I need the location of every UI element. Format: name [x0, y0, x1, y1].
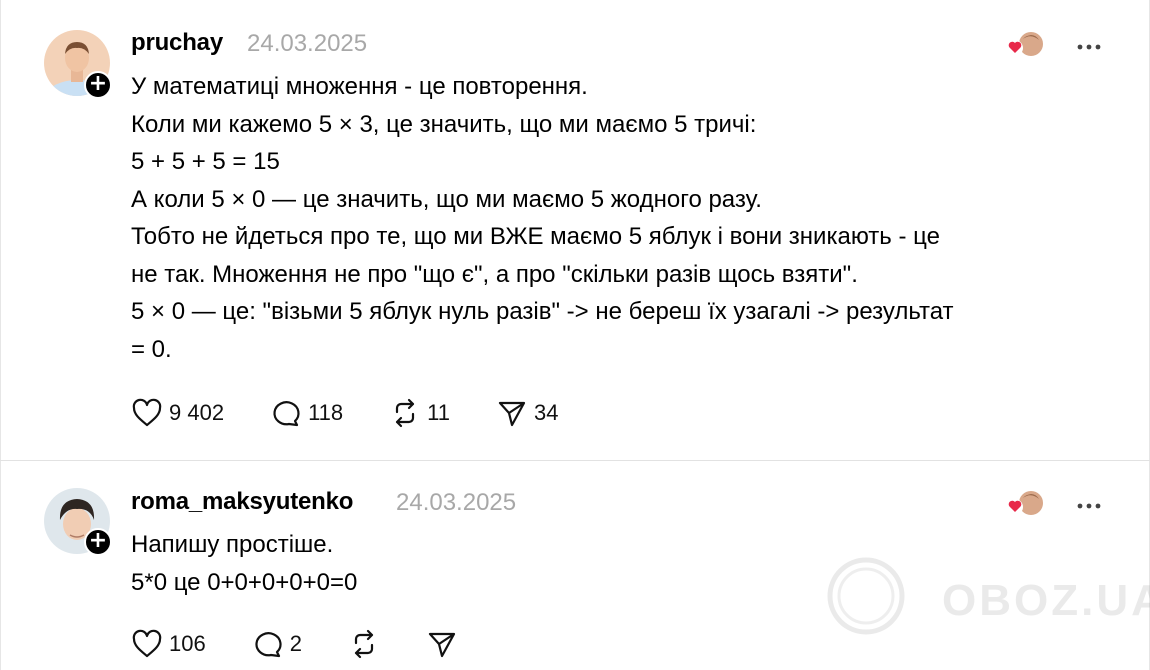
heart-icon — [132, 629, 162, 658]
share-icon — [428, 632, 456, 658]
comment-icon — [273, 401, 300, 427]
post-text: У математиці множення - це повторення. К… — [131, 73, 954, 363]
post-actions: 9 402 118 11 34 — [131, 396, 604, 430]
follow-plus-icon[interactable]: + — [84, 528, 112, 556]
watermark-text: OBOZ.UA — [942, 576, 1150, 625]
repost-count: 11 — [427, 400, 450, 425]
post-actions: 106 2 — [131, 627, 504, 661]
post: + pruchay 24.03.2025 У математиці множен… — [0, 0, 1150, 461]
post-date: 24.03.2025 — [396, 489, 517, 516]
like-button[interactable]: 106 — [131, 629, 206, 659]
comment-icon — [255, 632, 282, 658]
username[interactable]: roma_maksyutenko — [131, 488, 353, 516]
comment-button[interactable]: 2 — [252, 629, 302, 659]
comment-count: 118 — [308, 400, 344, 425]
comment-count: 2 — [289, 631, 302, 656]
like-button[interactable]: 9 402 — [131, 398, 224, 428]
liker-avatars[interactable] — [1003, 488, 1045, 518]
post-text: Напишу простіше. 5*0 це 0+0+0+0+0=0 — [131, 531, 358, 596]
heart-icon — [132, 398, 162, 427]
like-count: 106 — [169, 631, 206, 656]
liker-avatars[interactable] — [1003, 29, 1045, 59]
more-icon[interactable] — [1076, 39, 1106, 50]
watermark-logo: OBOZ.UA — [826, 556, 1150, 636]
share-button[interactable] — [426, 629, 458, 659]
repost-button[interactable]: 11 — [389, 398, 450, 428]
repost-icon — [354, 629, 374, 659]
post-date: 24.03.2025 — [247, 30, 368, 57]
follow-plus-icon[interactable]: + — [84, 71, 112, 99]
repost-icon — [396, 398, 415, 428]
like-count: 9 402 — [169, 400, 225, 425]
comment-button[interactable]: 118 — [270, 398, 343, 428]
username[interactable]: pruchay — [131, 29, 223, 57]
share-button[interactable]: 34 — [496, 398, 558, 428]
share-count: 34 — [533, 400, 559, 425]
share-icon — [498, 401, 526, 427]
repost-button[interactable] — [348, 629, 380, 659]
more-icon[interactable] — [1076, 498, 1106, 509]
